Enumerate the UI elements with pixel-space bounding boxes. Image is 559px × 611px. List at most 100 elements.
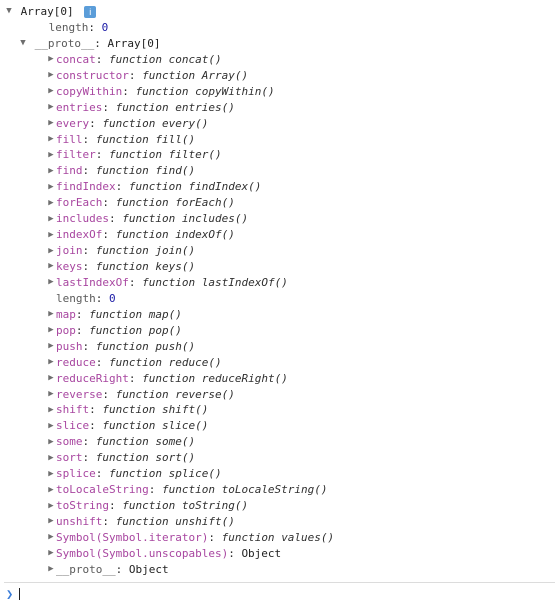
tree-row-proto[interactable]: __proto__: Array[0] xyxy=(4,36,555,52)
chevron-right-icon[interactable] xyxy=(46,500,56,513)
chevron-down-icon[interactable] xyxy=(4,5,14,18)
tree-row[interactable]: unshift: function unshift() xyxy=(4,514,555,530)
tree-row[interactable]: toString: function toString() xyxy=(4,498,555,514)
tree-row[interactable]: every: function every() xyxy=(4,116,555,132)
tree-row[interactable]: join: function join() xyxy=(4,243,555,259)
tree-row[interactable]: some: function some() xyxy=(4,434,555,450)
chevron-right-icon[interactable] xyxy=(46,181,56,194)
tree-row[interactable]: slice: function slice() xyxy=(4,418,555,434)
function-keyword: function xyxy=(96,451,149,464)
tree-row[interactable]: shift: function shift() xyxy=(4,402,555,418)
tree-row[interactable]: keys: function keys() xyxy=(4,259,555,275)
tree-row[interactable]: concat: function concat() xyxy=(4,52,555,68)
chevron-right-icon[interactable] xyxy=(46,197,56,210)
chevron-right-icon[interactable] xyxy=(46,484,56,497)
tree-row[interactable]: includes: function includes() xyxy=(4,211,555,227)
function-keyword: function xyxy=(222,531,275,544)
chevron-right-icon[interactable] xyxy=(46,149,56,162)
tree-row[interactable]: reverse: function reverse() xyxy=(4,387,555,403)
tree-row[interactable]: find: function find() xyxy=(4,163,555,179)
tree-row[interactable]: Symbol(Symbol.unscopables): Object xyxy=(4,546,555,562)
chevron-right-icon[interactable] xyxy=(46,436,56,449)
colon: : xyxy=(83,435,96,448)
property-key: __proto__ xyxy=(56,563,116,576)
chevron-right-icon[interactable] xyxy=(46,245,56,258)
property-value: Object xyxy=(241,547,281,560)
chevron-right-icon[interactable] xyxy=(46,165,56,178)
colon: : xyxy=(129,372,142,385)
property-key: map xyxy=(56,308,76,321)
chevron-right-icon[interactable] xyxy=(46,356,56,369)
chevron-right-icon[interactable] xyxy=(46,276,56,289)
tree-row[interactable]: findIndex: function findIndex() xyxy=(4,179,555,195)
tree-row[interactable]: constructor: function Array() xyxy=(4,68,555,84)
chevron-right-icon[interactable] xyxy=(46,229,56,242)
colon: : xyxy=(76,324,89,337)
property-key: constructor xyxy=(56,69,129,82)
chevron-right-icon[interactable] xyxy=(46,388,56,401)
chevron-right-icon[interactable] xyxy=(46,53,56,66)
tree-row[interactable]: reduce: function reduce() xyxy=(4,355,555,371)
tree-row[interactable]: copyWithin: function copyWithin() xyxy=(4,84,555,100)
function-name: keys() xyxy=(155,260,195,273)
function-name: pop() xyxy=(149,324,182,337)
tree-row[interactable]: push: function push() xyxy=(4,339,555,355)
tree-row[interactable]: map: function map() xyxy=(4,307,555,323)
tree-row[interactable]: splice: function splice() xyxy=(4,466,555,482)
colon: : xyxy=(116,180,129,193)
colon: : xyxy=(83,164,96,177)
tree-row[interactable]: toLocaleString: function toLocaleString(… xyxy=(4,482,555,498)
console-prompt[interactable]: ❯ xyxy=(4,582,555,603)
chevron-down-icon[interactable] xyxy=(18,37,28,50)
prompt-cursor xyxy=(19,588,20,600)
chevron-right-icon[interactable] xyxy=(46,515,56,528)
function-name: findIndex() xyxy=(188,180,261,193)
tree-row[interactable]: forEach: function forEach() xyxy=(4,195,555,211)
chevron-right-icon[interactable] xyxy=(46,133,56,146)
tree-row[interactable]: __proto__: Object xyxy=(4,562,555,578)
colon: : xyxy=(83,451,96,464)
tree-row[interactable]: indexOf: function indexOf() xyxy=(4,227,555,243)
chevron-right-icon[interactable] xyxy=(46,101,56,114)
chevron-right-icon[interactable] xyxy=(46,260,56,273)
chevron-right-icon[interactable] xyxy=(46,308,56,321)
chevron-right-icon[interactable] xyxy=(46,372,56,385)
function-name: slice() xyxy=(162,419,208,432)
chevron-right-icon[interactable] xyxy=(46,213,56,226)
property-key: sort xyxy=(56,451,83,464)
chevron-right-icon[interactable] xyxy=(46,531,56,544)
tree-row[interactable]: pop: function pop() xyxy=(4,323,555,339)
tree-row[interactable]: length: 0 xyxy=(4,291,555,307)
tree-row[interactable]: Symbol(Symbol.iterator): function values… xyxy=(4,530,555,546)
chevron-right-icon[interactable] xyxy=(46,468,56,481)
property-key: reduce xyxy=(56,356,96,369)
function-name: some() xyxy=(155,435,195,448)
tree-row[interactable]: lastIndexOf: function lastIndexOf() xyxy=(4,275,555,291)
chevron-right-icon[interactable] xyxy=(46,324,56,337)
tree-row[interactable]: filter: function filter() xyxy=(4,147,555,163)
property-key: __proto__ xyxy=(35,37,95,50)
tree-row-length[interactable]: length: 0 xyxy=(4,20,555,36)
info-icon[interactable]: i xyxy=(84,6,96,18)
function-keyword: function xyxy=(96,244,149,257)
tree-row-root[interactable]: Array[0] i xyxy=(4,4,555,20)
chevron-right-icon[interactable] xyxy=(46,563,56,576)
tree-row[interactable]: fill: function fill() xyxy=(4,132,555,148)
chevron-right-icon[interactable] xyxy=(46,85,56,98)
chevron-right-icon[interactable] xyxy=(46,404,56,417)
function-name: reduce() xyxy=(169,356,222,369)
chevron-right-icon[interactable] xyxy=(46,452,56,465)
chevron-right-icon[interactable] xyxy=(46,69,56,82)
property-key: join xyxy=(56,244,83,257)
function-keyword: function xyxy=(96,133,149,146)
chevron-right-icon[interactable] xyxy=(46,420,56,433)
tree-row[interactable]: sort: function sort() xyxy=(4,450,555,466)
chevron-right-icon[interactable] xyxy=(46,340,56,353)
function-keyword: function xyxy=(89,308,142,321)
chevron-right-icon[interactable] xyxy=(46,547,56,560)
tree-row[interactable]: entries: function entries() xyxy=(4,100,555,116)
prompt-arrow-icon: ❯ xyxy=(4,586,19,603)
chevron-right-icon[interactable] xyxy=(46,117,56,130)
tree-row[interactable]: reduceRight: function reduceRight() xyxy=(4,371,555,387)
function-name: toLocaleString() xyxy=(222,483,328,496)
